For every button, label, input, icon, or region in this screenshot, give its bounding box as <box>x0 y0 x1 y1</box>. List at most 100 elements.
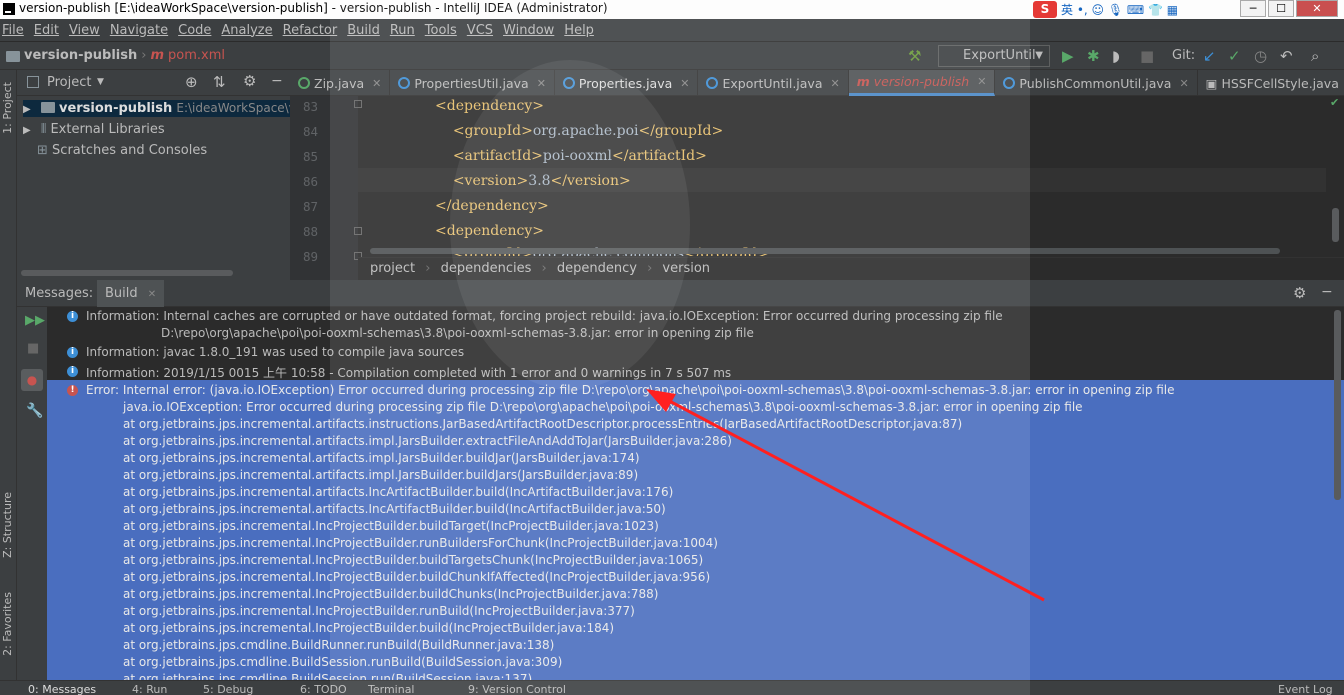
fold-icon[interactable] <box>354 100 362 108</box>
code-line[interactable]: <artifactId>poi-ooxml</artifactId> <box>435 148 707 164</box>
code-line[interactable]: <groupId>org.apache.poi</groupId> <box>435 123 723 139</box>
menu-view[interactable]: View <box>69 23 100 38</box>
info-message-cont[interactable]: D:\repo\org\apache\poi\poi-ooxml-schemas… <box>161 326 754 340</box>
maximize-button[interactable]: ☐ <box>1268 0 1294 17</box>
crumb-dependency[interactable]: dependency <box>557 261 637 276</box>
tab-build[interactable]: Build ✕ <box>97 280 165 307</box>
vcs-commit-icon[interactable]: ✓ <box>1228 47 1241 65</box>
menu-navigate[interactable]: Navigate <box>110 23 168 38</box>
coverage-icon[interactable]: ◗ <box>1112 47 1120 65</box>
code-line-current[interactable]: <version>3.8</version> <box>435 173 631 189</box>
collapse-icon[interactable]: ⇅ <box>213 73 226 91</box>
run-icon[interactable]: ▶ <box>1062 47 1074 65</box>
project-panel-title[interactable]: Project <box>47 75 91 90</box>
tab-propertiesutil-java[interactable]: PropertiesUtil.java ✕ <box>390 70 555 96</box>
tab-exportuntil-java[interactable]: ExportUntil.java ✕ <box>698 70 849 96</box>
nav-file[interactable]: pom.xml <box>168 48 225 63</box>
menu-tools[interactable]: Tools <box>425 23 457 38</box>
tree-item-scratches[interactable]: ⊞ Scratches and Consoles <box>37 143 207 158</box>
status-tab-vcs[interactable]: 9: Version Control <box>468 683 566 695</box>
stack-trace-line[interactable]: at org.jetbrains.jps.incremental.artifac… <box>123 434 732 448</box>
build-hammer-icon[interactable]: ⚒ <box>908 47 921 65</box>
menu-code[interactable]: Code <box>178 23 211 38</box>
tab-publishcommonutil-java[interactable]: PublishCommonUtil.java ✕ <box>995 70 1198 96</box>
menu-run[interactable]: Run <box>390 23 415 38</box>
revert-icon[interactable]: ↶ <box>1280 47 1293 65</box>
close-icon[interactable]: ✕ <box>148 289 156 300</box>
vcs-update-icon[interactable]: ↙ <box>1203 47 1216 65</box>
error-message[interactable]: Error: Internal error: (java.io.IOExcept… <box>86 383 1175 397</box>
run-config-select[interactable]: ExportUntil ▼ <box>938 45 1050 67</box>
favorites-tool-tab[interactable]: 2: Favorites <box>1 592 14 656</box>
stack-trace-line[interactable]: at org.jetbrains.jps.incremental.IncProj… <box>123 570 710 584</box>
code-line[interactable]: </dependency> <box>435 198 549 214</box>
close-icon[interactable]: ✕ <box>1179 77 1188 90</box>
close-window-button[interactable]: ✕ <box>1296 0 1338 17</box>
horizontal-scrollbar[interactable] <box>21 270 233 276</box>
stack-trace-line[interactable]: at org.jetbrains.jps.incremental.artifac… <box>123 502 666 516</box>
status-tab-todo[interactable]: 6: TODO <box>300 683 347 695</box>
status-tab-debug[interactable]: 5: Debug <box>203 683 253 695</box>
tab-zip-java[interactable]: Zip.java ✕ <box>290 70 391 96</box>
menu-file[interactable]: File <box>2 23 24 38</box>
stack-trace-line[interactable]: at org.jetbrains.jps.incremental.IncProj… <box>123 553 703 567</box>
stack-trace-line[interactable]: at org.jetbrains.jps.incremental.IncProj… <box>123 604 635 618</box>
structure-tool-tab[interactable]: Z: Structure <box>1 492 14 558</box>
info-message[interactable]: Information: javac 1.8.0_191 was used to… <box>86 345 464 359</box>
crumb-project[interactable]: project <box>370 261 415 276</box>
messages-vscrollbar[interactable] <box>1334 310 1341 500</box>
stack-trace-line[interactable]: at org.jetbrains.jps.incremental.artifac… <box>123 417 962 431</box>
menu-help[interactable]: Help <box>564 23 594 38</box>
status-tab-messages[interactable]: 0: Messages <box>28 683 96 695</box>
close-icon[interactable]: ✕ <box>537 77 546 90</box>
editor-hscrollbar[interactable] <box>370 248 1280 254</box>
close-icon[interactable]: ✕ <box>830 77 839 90</box>
fold-icon[interactable] <box>354 227 362 235</box>
menu-refactor[interactable]: Refactor <box>283 23 338 38</box>
menu-edit[interactable]: Edit <box>34 23 59 38</box>
close-icon[interactable]: ✕ <box>372 77 381 90</box>
project-tool-tab[interactable]: 1: Project <box>1 82 14 134</box>
status-tab-terminal[interactable]: Terminal <box>368 683 415 695</box>
stack-trace-line[interactable]: at org.jetbrains.jps.incremental.artifac… <box>123 451 640 465</box>
menu-window[interactable]: Window <box>503 23 554 38</box>
search-icon[interactable]: ⌕ <box>1311 47 1319 65</box>
sogou-ime-icon[interactable]: S <box>1033 1 1057 18</box>
gear-icon[interactable]: ⚙ <box>243 72 256 90</box>
history-icon[interactable]: ◷ <box>1254 47 1267 65</box>
info-message[interactable]: Information: 2019/1/15 0015 上午 10:58 - C… <box>86 364 731 381</box>
stack-trace-line[interactable]: at org.jetbrains.jps.incremental.IncProj… <box>123 519 659 533</box>
tree-item-root[interactable]: ▶ version-publish E:\ideaWorkSpace\vers <box>23 100 314 117</box>
hide-icon[interactable]: − <box>271 73 283 89</box>
menu-analyze[interactable]: Analyze <box>221 23 272 38</box>
expand-arrow-icon[interactable]: ▶ <box>23 125 31 136</box>
error-filter-icon[interactable]: ● <box>21 369 43 391</box>
tree-item-external-libraries[interactable]: ▶ ⫴ External Libraries <box>23 122 165 137</box>
chevron-down-icon[interactable]: ▼ <box>97 77 104 87</box>
wrench-icon[interactable]: 🔧 <box>26 403 43 419</box>
debug-icon[interactable]: ✱ <box>1087 47 1100 65</box>
ime-status-text[interactable]: 英 •, ☺ 🎙 ⌨ 👕 ▦ <box>1061 1 1178 18</box>
code-line[interactable]: <dependency> <box>435 98 544 114</box>
stop-icon[interactable]: ■ <box>1140 47 1154 65</box>
expand-arrow-icon[interactable]: ▶ <box>23 104 31 115</box>
crumb-dependencies[interactable]: dependencies <box>441 261 532 276</box>
menu-vcs[interactable]: VCS <box>467 23 493 38</box>
stop-icon[interactable]: ■ <box>27 341 39 356</box>
error-exception[interactable]: java.io.IOException: Error occurred duri… <box>123 400 1083 414</box>
rerun-icon[interactable]: ▶▶ <box>25 313 45 328</box>
stack-trace-line[interactable]: at org.jetbrains.jps.cmdline.BuildRunner… <box>123 638 554 652</box>
tab-version-publish[interactable]: m version-publish ✕ <box>848 70 996 96</box>
nav-project[interactable]: version-publish <box>24 48 137 63</box>
info-message[interactable]: Information: Internal caches are corrupt… <box>86 309 1003 323</box>
stack-trace-line[interactable]: at org.jetbrains.jps.incremental.IncProj… <box>123 536 718 550</box>
tab-properties-java[interactable]: Properties.java ✕ <box>555 70 699 96</box>
hide-icon[interactable]: − <box>1321 284 1333 300</box>
code-line[interactable]: <dependency> <box>435 223 544 239</box>
stack-trace-line[interactable]: at org.jetbrains.jps.incremental.IncProj… <box>123 587 658 601</box>
gear-icon[interactable]: ⚙ <box>1293 284 1306 302</box>
close-icon[interactable]: ✕ <box>680 77 689 90</box>
crosshair-icon[interactable]: ⊕ <box>185 73 198 91</box>
stack-trace-line[interactable]: at org.jetbrains.jps.cmdline.BuildSessio… <box>123 655 562 669</box>
stack-trace-line[interactable]: at org.jetbrains.jps.incremental.artifac… <box>123 485 673 499</box>
